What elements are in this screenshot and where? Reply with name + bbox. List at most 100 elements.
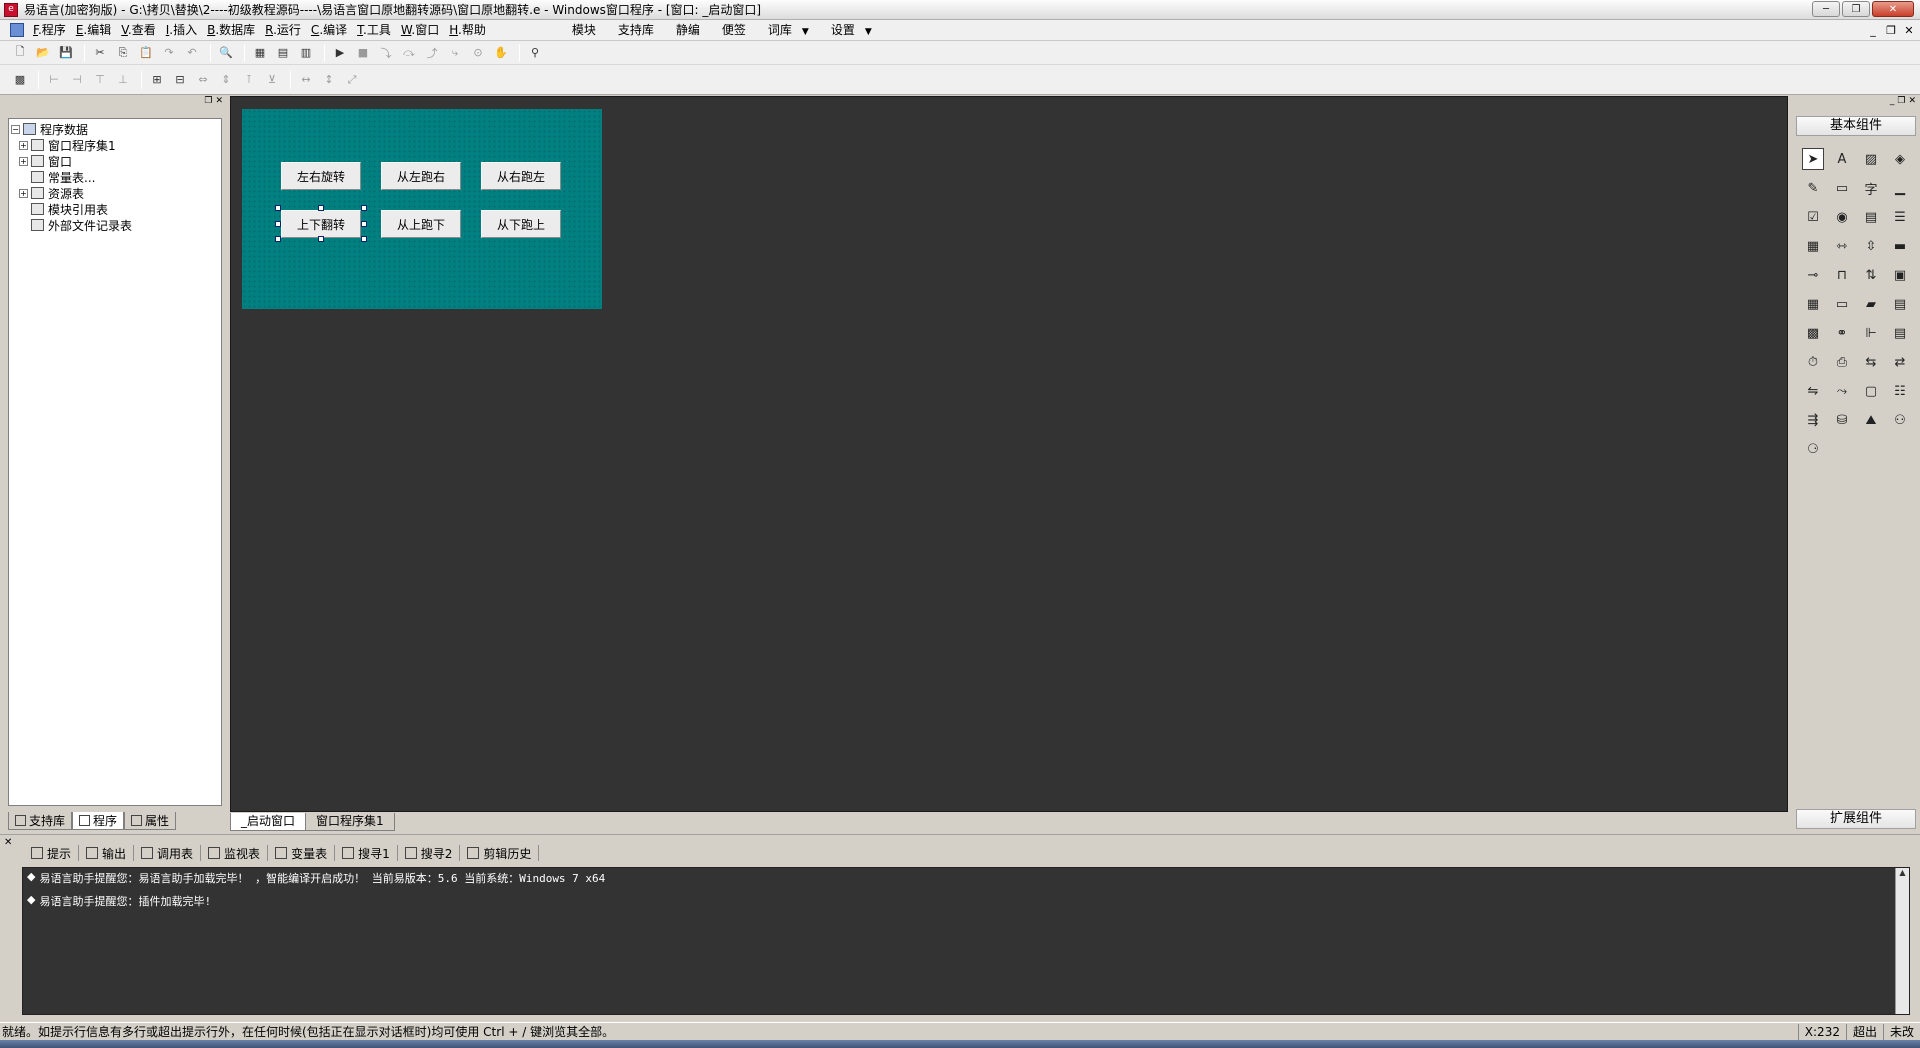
selection-handle[interactable] — [361, 221, 367, 227]
size-height-icon[interactable]: ↕ — [319, 71, 339, 89]
form-window[interactable]: 左右旋转 从左跑右 从右跑左 上下翻转 从上跑下 从下跑上 — [242, 109, 602, 309]
menu-help[interactable]: H.帮助 — [444, 20, 491, 41]
new-file-icon[interactable]: 🗋 — [10, 44, 30, 62]
extended-components-header[interactable]: 扩展组件 — [1796, 809, 1916, 829]
list-box-icon[interactable]: ☰ — [1889, 206, 1911, 228]
menu-dictionary[interactable]: 词库 ▼ — [757, 20, 820, 41]
table-icon[interactable]: ▦ — [1802, 235, 1824, 257]
same-width-icon[interactable]: ⇔ — [193, 71, 213, 89]
tree-item-external-files[interactable]: 外部文件记录表 — [11, 217, 221, 233]
tab-support-lib[interactable]: 支持库 — [8, 812, 73, 830]
label-icon[interactable]: A — [1831, 148, 1853, 170]
same-height-icon[interactable]: ⇕ — [216, 71, 236, 89]
image-list-icon[interactable]: ▣ — [1889, 264, 1911, 286]
shape-icon[interactable]: ◈ — [1889, 148, 1911, 170]
selection-handle[interactable] — [318, 205, 324, 211]
minimize-button[interactable]: ─ — [1812, 1, 1840, 17]
data-source-icon[interactable]: ☷ — [1889, 380, 1911, 402]
tab-program[interactable]: 程序 — [72, 812, 125, 830]
splitter-icon[interactable]: ⊩ — [1860, 322, 1882, 344]
odbc-connect-icon[interactable]: ⚆ — [1802, 438, 1824, 460]
output-body[interactable]: ◆ 易语言助手提醒您：易语言助手加载完毕！ ，智能编译开启成功！ 当前易版本：5… — [22, 867, 1910, 1015]
maximize-button[interactable]: ❐ — [1842, 1, 1870, 17]
align-right-icon[interactable]: ⊣ — [67, 71, 87, 89]
odbc-icon[interactable]: ⚇ — [1889, 409, 1911, 431]
port-icon[interactable]: ⤳ — [1831, 380, 1853, 402]
output-close-icon[interactable]: ✕ — [4, 837, 12, 848]
tab-start-window[interactable]: _启动窗口 — [230, 813, 307, 831]
checkbox-icon[interactable]: ☑ — [1802, 206, 1824, 228]
tab-properties[interactable]: 属性 — [124, 812, 177, 830]
form-button-left-to-right[interactable]: 从左跑右 — [381, 162, 461, 190]
mdi-minimize-button[interactable]: _ — [1866, 23, 1880, 37]
output-scrollbar[interactable]: ▲ — [1895, 868, 1909, 1014]
form-button-top-to-bottom[interactable]: 从上跑下 — [381, 210, 461, 238]
db-connect-icon[interactable]: ⛁ — [1831, 409, 1853, 431]
panel-restore-icon[interactable]: ❐ — [204, 96, 212, 110]
step-over-icon[interactable]: ⤼ — [399, 44, 419, 62]
mdi-restore-button[interactable]: ❐ — [1884, 23, 1898, 37]
save-icon[interactable]: 💾 — [56, 44, 76, 62]
selection-handle[interactable] — [318, 236, 324, 242]
grid-icon[interactable]: ▩ — [10, 71, 30, 89]
align-left-icon[interactable]: ⊢ — [44, 71, 64, 89]
expand-icon[interactable]: + — [19, 140, 28, 150]
size-width-icon[interactable]: ↔ — [296, 71, 316, 89]
combo-box-icon[interactable]: ▤ — [1860, 206, 1882, 228]
tab-output[interactable]: 输出 — [79, 845, 135, 861]
hand-icon[interactable]: ✋ — [491, 44, 511, 62]
vertical-scroll-icon[interactable]: ⇳ — [1860, 235, 1882, 257]
basic-components-header[interactable]: 基本组件 — [1796, 116, 1916, 136]
frame-icon[interactable]: ▭ — [1831, 177, 1853, 199]
tab-hint[interactable]: 提示 — [24, 845, 80, 861]
edit-box-icon[interactable]: ✎ — [1802, 177, 1824, 199]
calendar-icon[interactable]: ▦ — [1802, 293, 1824, 315]
menu-notes[interactable]: 便签 — [711, 20, 757, 41]
chart-icon[interactable]: ⛰ — [1860, 409, 1882, 431]
menu-insert[interactable]: I.插入 — [161, 20, 202, 41]
tab-clip-history[interactable]: 剪辑历史 — [460, 845, 540, 861]
form-button-rotate-lr[interactable]: 左右旋转 — [281, 162, 361, 190]
layout-full-icon[interactable]: ▥ — [296, 44, 316, 62]
tab-call-stack[interactable]: 调用表 — [134, 845, 202, 861]
tab-watch[interactable]: 监视表 — [201, 845, 269, 861]
step-into-icon[interactable]: ⤵ — [376, 44, 396, 62]
dialog-icon[interactable]: ▢ — [1860, 380, 1882, 402]
tree-item-resources[interactable]: + 资源表 — [11, 185, 221, 201]
spin-icon[interactable]: ⇅ — [1860, 264, 1882, 286]
scroll-up-icon[interactable]: ▲ — [1896, 868, 1909, 880]
collapse-icon[interactable]: − — [11, 124, 20, 134]
menu-module[interactable]: 模块 — [561, 20, 607, 41]
database-provider-icon[interactable]: ⇶ — [1802, 409, 1824, 431]
server-icon[interactable]: ⇋ — [1802, 380, 1824, 402]
selection-handle[interactable] — [361, 205, 367, 211]
tree-item-constants[interactable]: 常量表... — [11, 169, 221, 185]
menu-view[interactable]: V.查看 — [116, 20, 161, 41]
file-box-icon[interactable]: ▤ — [1889, 293, 1911, 315]
open-folder-icon[interactable]: 📂 — [33, 44, 53, 62]
step-out-icon[interactable]: ⤴ — [422, 44, 442, 62]
tab-search-1[interactable]: 搜寻1 — [335, 845, 398, 861]
network-icon[interactable]: ⇆ — [1860, 351, 1882, 373]
run-to-cursor-icon[interactable]: ⤷ — [445, 44, 465, 62]
tab-control-icon[interactable]: ⊓ — [1831, 264, 1853, 286]
menu-compile[interactable]: C.编译 — [306, 20, 352, 41]
layout-left-icon[interactable]: ▦ — [250, 44, 270, 62]
drive-box-icon[interactable]: ▭ — [1831, 293, 1853, 315]
client-icon[interactable]: ⇄ — [1889, 351, 1911, 373]
form-button-bottom-to-top[interactable]: 从下跑上 — [481, 210, 561, 238]
timer-icon[interactable]: ⏱ — [1802, 351, 1824, 373]
tab-window-set[interactable]: 窗口程序集1 — [305, 813, 395, 831]
space-horizontal-icon[interactable]: ⊺ — [239, 71, 259, 89]
progress-icon[interactable]: ▬ — [1889, 235, 1911, 257]
expand-icon[interactable]: + — [19, 188, 28, 198]
center-horizontal-icon[interactable]: ⊞ — [147, 71, 167, 89]
panel-restore-icon[interactable]: ❐ — [1897, 96, 1905, 110]
find-icon[interactable]: 🔍 — [216, 44, 236, 62]
close-button[interactable]: ✕ — [1872, 1, 1914, 17]
form-button-flip-ud[interactable]: 上下翻转 — [281, 210, 361, 238]
slider-icon[interactable]: ⊸ — [1802, 264, 1824, 286]
menu-edit[interactable]: E.编辑 — [71, 20, 116, 41]
tree-item-window-set[interactable]: + 窗口程序集1 — [11, 137, 221, 153]
folder-box-icon[interactable]: ▰ — [1860, 293, 1882, 315]
